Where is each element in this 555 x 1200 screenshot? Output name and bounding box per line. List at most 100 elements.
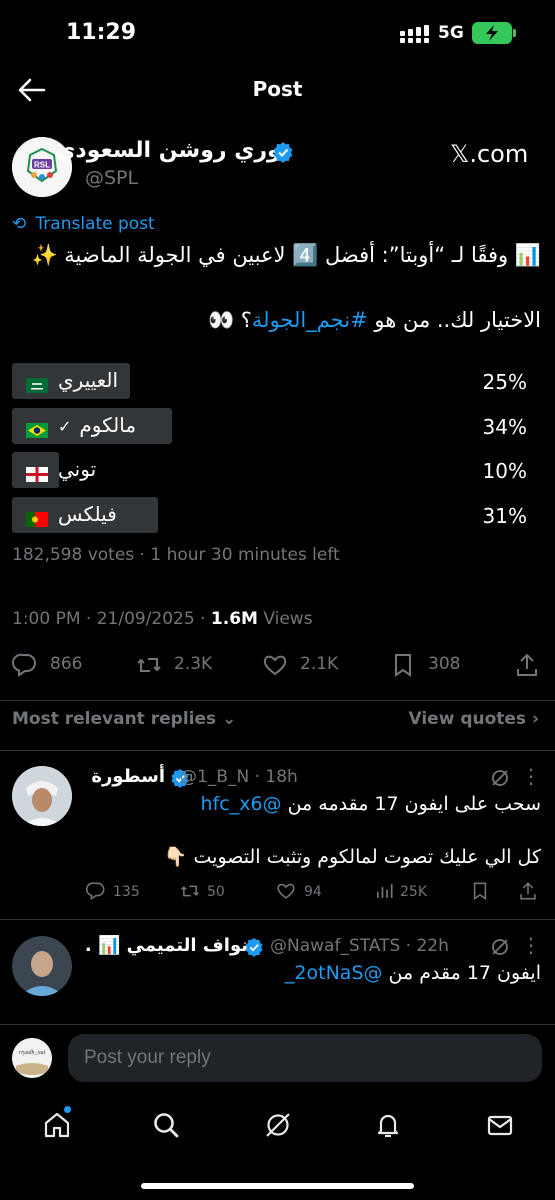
- bookmark-icon: [395, 654, 411, 677]
- reply-text-line-2: كل الي عليك تصوت لمالكوم وتثبت التصويت 👇…: [163, 846, 541, 868]
- post-timestamp: 1:00 PM · 21/09/2025 · 1.6M Views: [12, 609, 313, 629]
- saudi-flag-icon: [26, 374, 48, 393]
- reply-text: ايفون 17 مقدم من: [382, 962, 541, 984]
- poll-option-label: ✓ مالكوم: [26, 413, 137, 438]
- views-icon[interactable]: [374, 881, 394, 901]
- search-icon[interactable]: [151, 1110, 181, 1140]
- reply-author-meta: @Nawaf_STATS · 22h: [270, 936, 449, 956]
- bookmark-button[interactable]: 308: [390, 650, 480, 680]
- translate-label: Translate post: [35, 214, 155, 234]
- repost-icon[interactable]: [180, 881, 200, 901]
- hashtag-link[interactable]: #نجم_الجولة: [252, 308, 368, 332]
- poll-votes: 182,598 votes · 1 hour 30 minutes left: [12, 545, 340, 565]
- reply-text-line-1: ايفون 17 مقدم من @2otNaS_: [285, 962, 541, 984]
- notifications-bell-icon[interactable]: [373, 1110, 403, 1140]
- divider: [0, 919, 555, 920]
- poll-option-label: توني: [26, 457, 97, 482]
- mention-link[interactable]: @2otNaS_: [285, 962, 383, 984]
- brazil-flag-icon: [26, 419, 48, 438]
- views-count: 25K: [400, 884, 427, 900]
- avatar[interactable]: riyadh_out: [12, 1038, 52, 1078]
- reply-count: 135: [113, 884, 140, 900]
- more-options-icon[interactable]: ⋮: [521, 764, 541, 788]
- poll-option-label: العييري: [26, 368, 118, 393]
- reply-text-line-1: سحب على ايفون 17 مقدمه من @hfc_x6: [201, 793, 541, 815]
- poll-option-percent: 31%: [482, 504, 527, 528]
- mention-link[interactable]: @hfc_x6: [201, 793, 282, 815]
- reply-author-meta: @1_B_N · 18h: [180, 767, 298, 787]
- verified-badge-icon: [245, 937, 263, 957]
- poll-option-text: مالكوم: [79, 413, 137, 437]
- share-button[interactable]: [514, 650, 542, 680]
- grok-icon[interactable]: [263, 1110, 293, 1140]
- poll-option-text: فيلكس: [58, 502, 117, 526]
- repost-count: 50: [207, 884, 225, 900]
- author-name[interactable]: دوري روشن السعودي: [55, 138, 292, 163]
- check-circle-icon: ✓: [58, 417, 72, 436]
- battery-icon: [472, 22, 512, 44]
- avatar[interactable]: [12, 936, 72, 996]
- divider: [0, 750, 555, 751]
- home-indicator: [141, 1183, 414, 1189]
- share-icon: [517, 653, 537, 676]
- repost-count: 2.3K: [174, 654, 213, 674]
- battery-tip: [513, 29, 516, 37]
- reply-author-name[interactable]: أسطورة: [91, 766, 165, 787]
- timestamp-text: 1:00 PM · 21/09/2025 ·: [12, 609, 211, 629]
- more-options-icon[interactable]: ⋮: [521, 933, 541, 957]
- poll-option-percent: 10%: [482, 459, 527, 483]
- like-count: 94: [304, 884, 322, 900]
- reply-input[interactable]: [68, 1034, 542, 1082]
- page-title: Post: [252, 77, 303, 101]
- status-time: 11:29: [66, 20, 137, 45]
- reply-author-name[interactable]: نواف التميمي 📊 .: [85, 935, 248, 956]
- author-handle[interactable]: @SPL: [85, 167, 138, 189]
- views-count: 1.6M: [210, 609, 258, 629]
- view-quotes-link[interactable]: View quotes ›: [408, 709, 539, 729]
- portugal-flag-icon: [26, 508, 48, 527]
- home-icon[interactable]: [42, 1110, 72, 1140]
- poll-option-percent: 34%: [482, 415, 527, 439]
- chevron-down-icon: ⌄: [222, 709, 237, 729]
- grok-icon[interactable]: [490, 937, 510, 957]
- verified-badge-icon: [273, 142, 293, 163]
- grok-icon[interactable]: [490, 768, 510, 788]
- avatar-logo-text: RSL: [34, 161, 50, 170]
- sort-replies-dropdown[interactable]: Most relevant replies ⌄: [12, 709, 236, 729]
- post-text-line-1: 📊 وفقًا لـ “أوبتا”: أفضل 4️⃣ لاعبين في ا…: [31, 243, 541, 267]
- reply-button[interactable]: 866: [12, 650, 102, 680]
- bookmark-icon[interactable]: [470, 881, 490, 901]
- like-button[interactable]: 2.1K: [262, 650, 352, 680]
- poll-option-text: توني: [58, 457, 97, 481]
- heart-icon[interactable]: [276, 881, 296, 901]
- chevron-right-icon: ›: [531, 709, 539, 729]
- reply-icon[interactable]: [86, 881, 106, 901]
- source-badge: 𝕏.com: [450, 140, 529, 168]
- messages-envelope-icon[interactable]: [485, 1110, 515, 1140]
- view-quotes-label: View quotes: [408, 709, 527, 729]
- repost-icon: [137, 658, 161, 672]
- heart-icon: [263, 655, 287, 676]
- england-flag-icon: [26, 463, 48, 482]
- views-label: Views: [257, 609, 313, 629]
- avatar-text: riyadh_out: [19, 1050, 46, 1056]
- translate-icon: ⟲: [12, 214, 27, 234]
- like-count: 2.1K: [300, 654, 339, 674]
- sort-replies-label: Most relevant replies: [12, 709, 217, 729]
- post-text-suffix: ؟ 👀: [207, 308, 252, 332]
- bookmark-count: 308: [428, 654, 461, 674]
- reply-count: 866: [50, 654, 83, 674]
- reply-text: سحب على ايفون 17 مقدمه من: [281, 793, 541, 815]
- translate-post-link[interactable]: ⟲ Translate post: [12, 214, 155, 234]
- cellular-signal-icon: [400, 25, 429, 43]
- post-text-line-2: الاختيار لك.. من هو #نجم_الجولة؟ 👀: [208, 308, 541, 333]
- repost-button[interactable]: 2.3K: [136, 650, 226, 680]
- notification-dot: [64, 1106, 71, 1113]
- poll-option-percent: 25%: [482, 370, 527, 394]
- share-icon[interactable]: [518, 881, 538, 901]
- avatar[interactable]: [12, 766, 72, 826]
- poll-option-label: فيلكس: [26, 502, 117, 527]
- reply-icon: [12, 653, 36, 677]
- divider: [0, 700, 555, 701]
- network-type: 5G: [438, 23, 464, 43]
